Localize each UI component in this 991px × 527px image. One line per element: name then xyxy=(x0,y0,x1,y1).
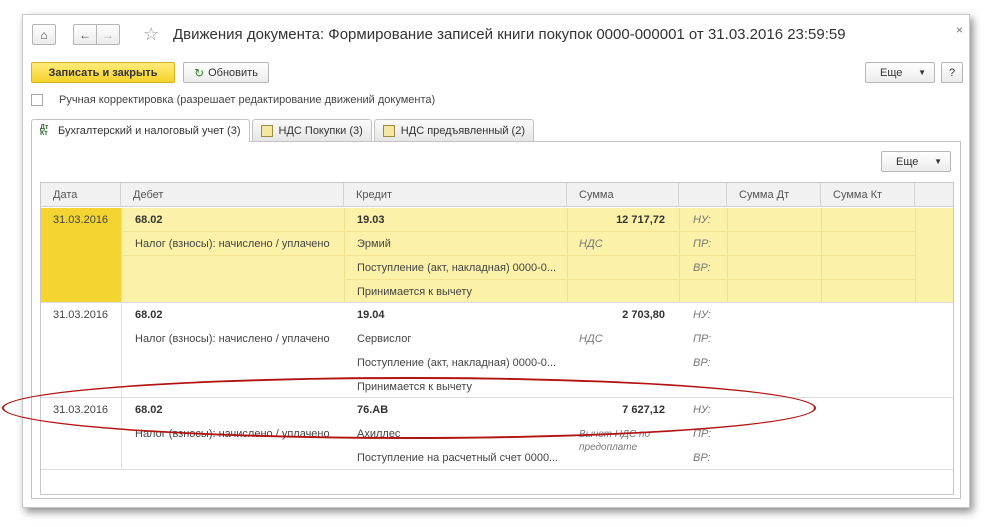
row-date: 31.03.2016 xyxy=(53,309,109,321)
favorite-star-icon[interactable]: ☆ xyxy=(143,24,159,44)
divider xyxy=(121,255,915,256)
credit-account: 19.03 xyxy=(357,214,385,226)
row-sum: 2 703,80 xyxy=(622,309,665,321)
window-title: Движения документа: Формирование записей… xyxy=(173,26,846,43)
credit-account: 76.АВ xyxy=(357,404,389,416)
tab-panel: Еще ▼ Дата Дебет Кредит Сумма Сумма Дт С… xyxy=(31,141,961,499)
credit-account: 19.04 xyxy=(357,309,385,321)
divider xyxy=(121,231,915,232)
debit-subconto: Налог (взносы): начислено / уплачено xyxy=(135,428,330,440)
credit-subconto-2: Поступление (акт, накладная) 0000-0... xyxy=(357,262,557,274)
divider xyxy=(121,303,122,397)
row-sum-note: НДС xyxy=(579,238,603,250)
caret-down-icon: ▼ xyxy=(918,68,926,77)
more-button[interactable]: Еще ▼ xyxy=(865,62,935,83)
debit-subconto: Налог (взносы): начислено / уплачено xyxy=(135,238,330,250)
refresh-button[interactable]: ↻ Обновить xyxy=(183,62,269,83)
divider xyxy=(121,398,122,469)
credit-subconto-3: Принимается к вычету xyxy=(357,381,473,393)
movements-table[interactable]: Дата Дебет Кредит Сумма Сумма Дт Сумма К… xyxy=(40,182,954,495)
table-row[interactable]: 31.03.2016 68.02 Налог (взносы): начисле… xyxy=(41,398,953,470)
col-credit[interactable]: Кредит xyxy=(344,183,567,207)
table-more-button[interactable]: Еще ▼ xyxy=(881,151,951,172)
flag-nu: НУ: xyxy=(693,404,711,416)
col-debit[interactable]: Дебет xyxy=(121,183,344,207)
tab-vat-presented[interactable]: НДС предъявленный (2) xyxy=(373,119,534,141)
close-icon[interactable]: × xyxy=(956,23,963,37)
table-row[interactable]: 31.03.2016 68.02 Налог (взносы): начисле… xyxy=(41,303,953,398)
caret-down-icon: ▼ xyxy=(934,157,942,166)
refresh-icon: ↻ xyxy=(194,65,205,80)
table-header: Дата Дебет Кредит Сумма Сумма Дт Сумма К… xyxy=(41,183,953,207)
movements-window: ⌂ ← → ☆ Движения документа: Формирование… xyxy=(22,14,970,508)
debit-account: 68.02 xyxy=(135,214,163,226)
back-button[interactable]: ← xyxy=(73,24,97,45)
row-date: 31.03.2016 xyxy=(53,404,109,416)
flag-pr: ПР: xyxy=(693,428,712,440)
arrow-right-icon: → xyxy=(102,27,114,42)
credit-subconto-1: Ахиллес xyxy=(357,428,401,440)
credit-subconto-1: Эрмий xyxy=(357,238,391,250)
more-label: Еще xyxy=(880,66,903,79)
tab-accounting-label: Бухгалтерский и налоговый учет (3) xyxy=(58,125,241,137)
divider xyxy=(915,208,916,302)
dt-kt-icon: Дт Кт xyxy=(40,124,49,137)
col-sum-kt[interactable]: Сумма Кт xyxy=(821,183,915,207)
col-sum-dt[interactable]: Сумма Дт xyxy=(727,183,821,207)
window-header: ⌂ ← → ☆ Движения документа: Формирование… xyxy=(23,15,969,55)
flag-vr: ВР: xyxy=(693,452,711,464)
row-sum-note: Вычет НДС по предоплате xyxy=(579,429,651,453)
flag-vr: ВР: xyxy=(693,357,711,369)
manual-edit-checkbox[interactable] xyxy=(31,94,43,106)
col-sum[interactable]: Сумма xyxy=(567,183,679,207)
divider xyxy=(344,279,915,280)
debit-account: 68.02 xyxy=(135,404,163,416)
row-sum: 7 627,12 xyxy=(622,404,665,416)
credit-subconto-3: Принимается к вычету xyxy=(357,286,473,298)
row-sum: 12 717,72 xyxy=(616,214,665,226)
credit-subconto-1: Сервислог xyxy=(357,333,412,345)
register-icon xyxy=(382,124,395,137)
col-extra xyxy=(915,183,953,207)
credit-subconto-2: Поступление (акт, накладная) 0000-0... xyxy=(357,357,557,369)
tab-vat-presented-label: НДС предъявленный (2) xyxy=(400,124,525,137)
home-icon: ⌂ xyxy=(40,27,48,42)
col-date[interactable]: Дата xyxy=(41,183,121,207)
flag-nu: НУ: xyxy=(693,214,711,226)
tab-accounting[interactable]: Дт Кт Бухгалтерский и налоговый учет (3) xyxy=(31,119,250,142)
tab-bar: Дт Кт Бухгалтерский и налоговый учет (3) … xyxy=(31,119,536,142)
row-sum-note: НДС xyxy=(579,333,603,345)
help-button[interactable]: ? xyxy=(941,62,963,83)
row-date: 31.03.2016 xyxy=(53,214,109,226)
flag-pr: ПР: xyxy=(693,238,712,250)
table-more-label: Еще xyxy=(896,155,919,168)
debit-subconto: Налог (взносы): начислено / уплачено xyxy=(135,333,330,345)
col-flags xyxy=(679,183,727,207)
tab-vat-purchases[interactable]: НДС Покупки (3) xyxy=(251,119,372,141)
flag-nu: НУ: xyxy=(693,309,711,321)
forward-button[interactable]: → xyxy=(96,24,120,45)
manual-edit-label: Ручная корректировка (разрешает редактир… xyxy=(59,94,436,106)
flag-vr: ВР: xyxy=(693,262,711,274)
tab-vat-purchases-label: НДС Покупки (3) xyxy=(278,124,363,137)
home-button[interactable]: ⌂ xyxy=(32,24,56,45)
arrow-left-icon: ← xyxy=(79,27,91,42)
save-and-close-button[interactable]: Записать и закрыть xyxy=(31,62,175,83)
table-row[interactable]: 31.03.2016 68.02 Налог (взносы): начисле… xyxy=(41,208,953,303)
credit-subconto-2: Поступление на расчетный счет 0000... xyxy=(357,452,559,464)
register-icon xyxy=(260,124,273,137)
flag-pr: ПР: xyxy=(693,333,712,345)
debit-account: 68.02 xyxy=(135,309,163,321)
refresh-label: Обновить xyxy=(208,66,258,79)
manual-edit-row: Ручная корректировка (разрешает редактир… xyxy=(31,94,435,106)
